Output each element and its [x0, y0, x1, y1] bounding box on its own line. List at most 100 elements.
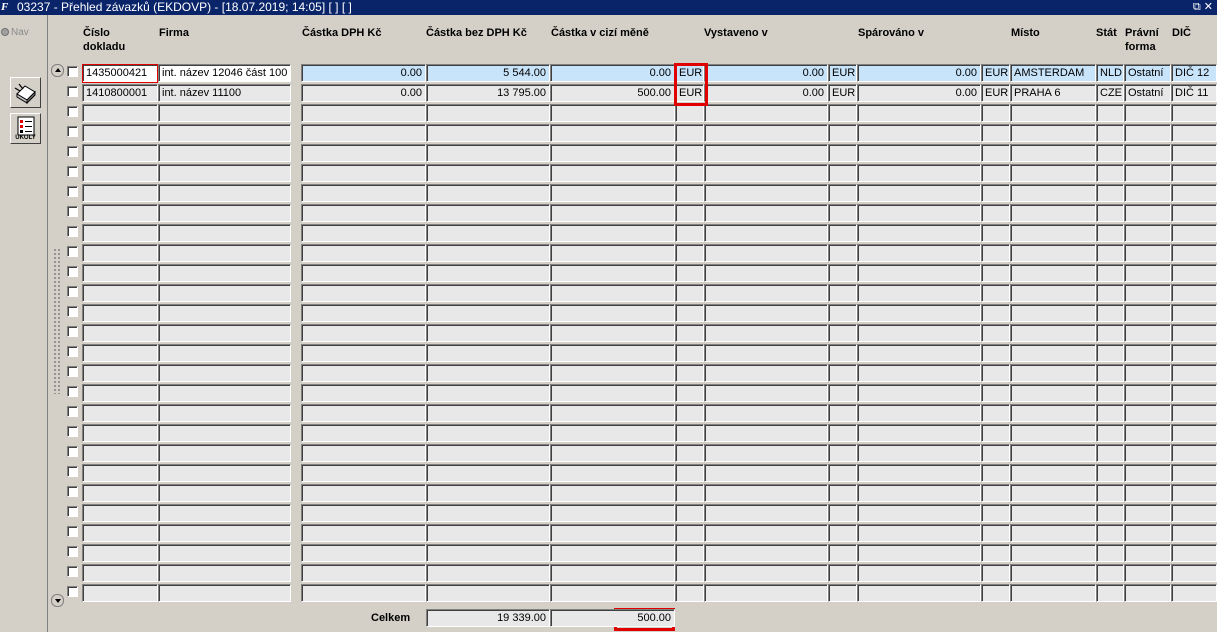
grid-cell[interactable] — [704, 284, 828, 302]
grid-cell[interactable] — [857, 464, 981, 482]
grid-cell[interactable] — [550, 484, 675, 502]
grid-cell[interactable] — [1171, 384, 1217, 402]
row-checkbox[interactable] — [67, 546, 78, 557]
grid-cell[interactable] — [675, 124, 704, 142]
table-row[interactable] — [49, 344, 1217, 364]
grid-cell[interactable] — [828, 164, 857, 182]
grid-cell[interactable] — [1124, 484, 1171, 502]
grid-cell[interactable] — [857, 524, 981, 542]
cell-misto[interactable]: AMSTERDAM — [1010, 64, 1096, 82]
grid-cell[interactable] — [82, 524, 158, 542]
grid-cell[interactable] — [1124, 264, 1171, 282]
table-row[interactable] — [49, 424, 1217, 444]
grid-cell[interactable] — [704, 424, 828, 442]
grid-cell[interactable] — [704, 564, 828, 582]
grid-cell[interactable] — [82, 204, 158, 222]
grid-cell[interactable] — [550, 584, 675, 602]
table-row[interactable] — [49, 104, 1217, 124]
grid-cell[interactable] — [158, 164, 291, 182]
grid-cell[interactable] — [704, 384, 828, 402]
grid-cell[interactable] — [1096, 544, 1124, 562]
grid-cell[interactable] — [1096, 124, 1124, 142]
cell-cislo[interactable]: 1410800001 — [82, 84, 158, 102]
grid-cell[interactable] — [550, 444, 675, 462]
grid-cell[interactable] — [1124, 524, 1171, 542]
grid-cell[interactable] — [301, 264, 426, 282]
grid-cell[interactable] — [1010, 464, 1096, 482]
grid-cell[interactable] — [675, 304, 704, 322]
grid-cell[interactable] — [82, 344, 158, 362]
grid-cell[interactable] — [301, 384, 426, 402]
grid-cell[interactable] — [675, 144, 704, 162]
cell-sparovano-mena[interactable]: EUR — [981, 84, 1010, 102]
grid-cell[interactable] — [426, 484, 550, 502]
grid-cell[interactable] — [426, 244, 550, 262]
grid-cell[interactable] — [1010, 584, 1096, 602]
grid-cell[interactable] — [1124, 364, 1171, 382]
grid-cell[interactable] — [1171, 424, 1217, 442]
grid-cell[interactable] — [1010, 364, 1096, 382]
grid-cell[interactable] — [82, 304, 158, 322]
grid-cell[interactable] — [857, 404, 981, 422]
grid-cell[interactable] — [1124, 204, 1171, 222]
grid-cell[interactable] — [675, 424, 704, 442]
grid-cell[interactable] — [828, 364, 857, 382]
grid-cell[interactable] — [301, 364, 426, 382]
grid-cell[interactable] — [704, 504, 828, 522]
grid-cell[interactable] — [704, 524, 828, 542]
grid-cell[interactable] — [426, 564, 550, 582]
grid-cell[interactable] — [301, 284, 426, 302]
grid-cell[interactable] — [857, 304, 981, 322]
grid-cell[interactable] — [981, 124, 1010, 142]
grid-cell[interactable] — [158, 364, 291, 382]
grid-cell[interactable] — [828, 284, 857, 302]
grid-cell[interactable] — [1010, 164, 1096, 182]
grid-cell[interactable] — [550, 324, 675, 342]
grid-cell[interactable] — [704, 204, 828, 222]
row-checkbox[interactable] — [67, 386, 78, 397]
grid-cell[interactable] — [158, 224, 291, 242]
grid-cell[interactable] — [828, 324, 857, 342]
grid-cell[interactable] — [82, 424, 158, 442]
grid-cell[interactable] — [704, 144, 828, 162]
grid-cell[interactable] — [82, 224, 158, 242]
grid-cell[interactable] — [828, 524, 857, 542]
table-row[interactable]: 1410800001 int. název 11100 0.00 13 795.… — [49, 84, 1217, 104]
grid-cell[interactable] — [158, 284, 291, 302]
grid-cell[interactable] — [550, 164, 675, 182]
grid-cell[interactable] — [1124, 144, 1171, 162]
grid-cell[interactable] — [857, 104, 981, 122]
grid-cell[interactable] — [426, 324, 550, 342]
grid-cell[interactable] — [426, 444, 550, 462]
row-checkbox[interactable] — [67, 586, 78, 597]
table-row[interactable] — [49, 264, 1217, 284]
grid-cell[interactable] — [1171, 164, 1217, 182]
grid-cell[interactable] — [426, 144, 550, 162]
grid-cell[interactable] — [82, 324, 158, 342]
cell-dph[interactable]: 0.00 — [301, 64, 426, 82]
grid-cell[interactable] — [1010, 104, 1096, 122]
grid-cell[interactable] — [301, 344, 426, 362]
grid-cell[interactable] — [704, 164, 828, 182]
grid-cell[interactable] — [82, 444, 158, 462]
grid-cell[interactable] — [1124, 304, 1171, 322]
grid-cell[interactable] — [82, 244, 158, 262]
grid-cell[interactable] — [1124, 504, 1171, 522]
grid-cell[interactable] — [704, 404, 828, 422]
row-checkbox[interactable] — [67, 426, 78, 437]
grid-cell[interactable] — [550, 184, 675, 202]
grid-cell[interactable] — [1096, 304, 1124, 322]
table-row[interactable] — [49, 124, 1217, 144]
grid-cell[interactable] — [550, 124, 675, 142]
grid-cell[interactable] — [158, 544, 291, 562]
grid-cell[interactable] — [675, 584, 704, 602]
grid-cell[interactable] — [158, 584, 291, 602]
grid-cell[interactable] — [981, 524, 1010, 542]
grid-cell[interactable] — [981, 144, 1010, 162]
grid-cell[interactable] — [1010, 544, 1096, 562]
row-checkbox[interactable] — [67, 326, 78, 337]
grid-cell[interactable] — [981, 184, 1010, 202]
row-checkbox[interactable] — [67, 406, 78, 417]
grid-cell[interactable] — [704, 184, 828, 202]
grid-cell[interactable] — [981, 404, 1010, 422]
